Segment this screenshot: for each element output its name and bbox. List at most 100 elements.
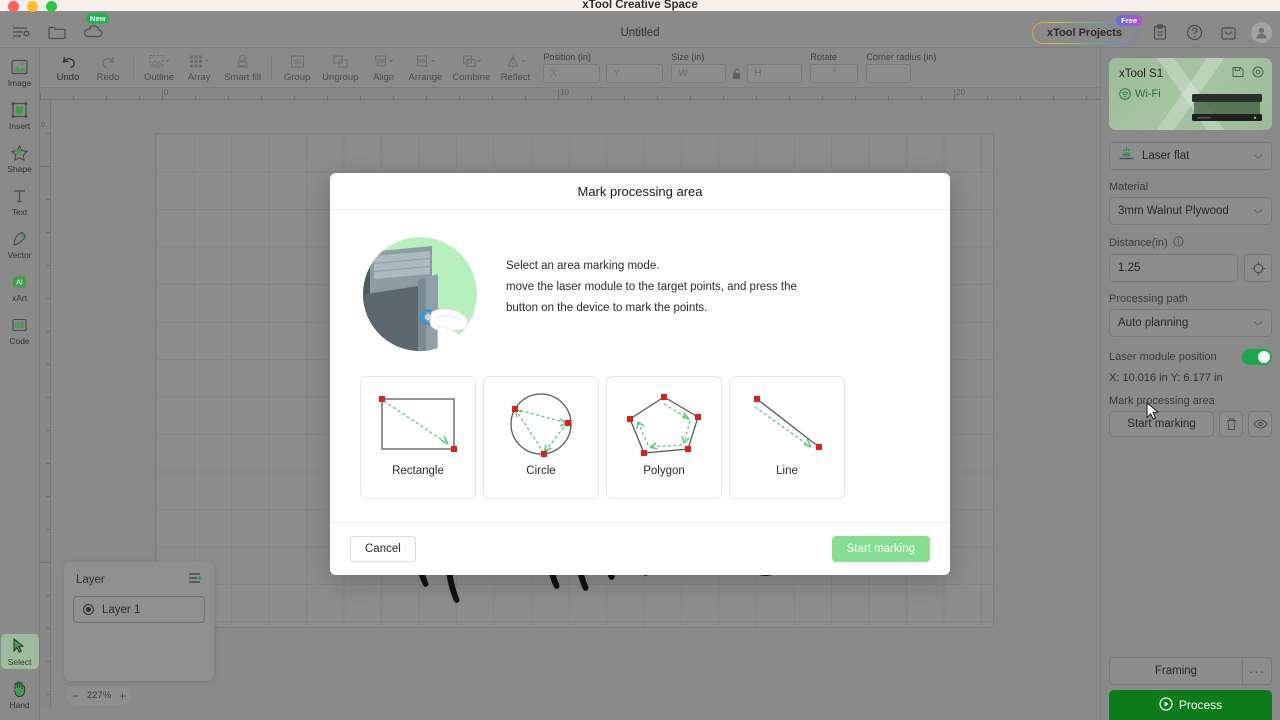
menu-icon[interactable] — [10, 21, 32, 43]
chevron-down-icon — [1253, 147, 1263, 165]
mode-label-line: Line — [776, 465, 798, 477]
zoom-out-button[interactable]: − — [72, 690, 79, 702]
reflect-icon — [505, 53, 526, 71]
rotate-field-group: Rotate ° — [810, 52, 859, 83]
layer-item-0[interactable]: Layer 1 — [73, 596, 205, 623]
xtool-projects-button[interactable]: xTool Projects Free — [1032, 14, 1142, 44]
text-icon — [10, 186, 30, 206]
info-icon[interactable] — [1173, 236, 1184, 250]
device-name: xTool S1 — [1119, 68, 1164, 80]
ungroup-button[interactable]: Ungroup — [317, 53, 363, 83]
device-card[interactable]: xTool S1 Wi-Fi — [1109, 58, 1272, 130]
vector-pen-icon — [10, 229, 30, 249]
corner-radius-label: Corner radius (in) — [866, 52, 937, 62]
rail-item-image[interactable]: Image — [1, 55, 39, 90]
mode-label-circle: Circle — [526, 465, 556, 477]
horizontal-ruler[interactable]: 0 10 20 — [40, 88, 1100, 100]
array-icon — [188, 53, 210, 71]
rail-item-code[interactable]: Code — [1, 313, 39, 348]
undo-button[interactable]: Undo — [48, 53, 88, 83]
smart-fill-icon — [233, 53, 252, 71]
wifi-icon — [1119, 88, 1131, 100]
right-settings-panel: xTool S1 Wi-Fi Laser flat Material 3mm W… — [1100, 48, 1280, 720]
rail-label-insert: Insert — [8, 121, 31, 131]
arrange-label: Arrange — [408, 71, 443, 83]
inbox-icon[interactable] — [1217, 22, 1239, 44]
free-badge: Free — [1116, 14, 1142, 26]
array-button[interactable]: Array — [179, 53, 219, 83]
eye-icon[interactable] — [1248, 411, 1272, 437]
layer-radio-icon[interactable] — [83, 604, 94, 615]
mode-card-line[interactable]: Line — [729, 376, 845, 499]
rail-item-insert[interactable]: Insert — [1, 98, 39, 133]
layer-panel-title: Layer — [76, 574, 105, 586]
cloud-icon[interactable] — [82, 21, 104, 43]
rail-item-xart[interactable]: AI xArt — [1, 270, 39, 305]
cancel-button[interactable]: Cancel — [350, 536, 416, 562]
rotate-input[interactable]: ° — [810, 64, 859, 83]
laser-mode-select[interactable]: Laser flat — [1109, 142, 1272, 170]
processing-path-value: Auto planning — [1118, 317, 1189, 329]
position-y-input[interactable]: Y — [606, 64, 664, 83]
clipboard-icon[interactable] — [1149, 22, 1171, 44]
folder-icon[interactable] — [46, 21, 68, 43]
reflect-button[interactable]: Reflect — [495, 53, 535, 83]
size-h-input[interactable]: H — [747, 64, 803, 83]
mode-card-circle[interactable]: Circle — [483, 376, 599, 499]
device-image — [1192, 94, 1262, 121]
layer-options-icon[interactable] — [188, 571, 202, 589]
vertical-ruler[interactable]: 0 — [40, 100, 51, 708]
measure-target-icon[interactable] — [1244, 254, 1272, 282]
position-field-group: Position (in) X Y — [543, 52, 664, 83]
ruler-label-20: 20 — [956, 88, 965, 97]
size-w-value: W — [678, 68, 688, 79]
rail-label-shape: Shape — [7, 164, 32, 174]
lock-open-icon[interactable] — [732, 68, 741, 80]
laser-module-position-toggle[interactable] — [1242, 349, 1272, 365]
left-tool-rail: Image Insert Shape Text Vector AI xArt C… — [0, 48, 40, 720]
group-button[interactable]: Group — [277, 53, 317, 83]
avatar[interactable] — [1251, 22, 1272, 43]
main-toolbar: Undo Redo Outline Array Smart fill Group… — [40, 48, 1100, 88]
rail-item-select[interactable]: Select — [0, 634, 39, 669]
rail-label-image: Image — [7, 78, 32, 88]
rail-item-vector[interactable]: Vector — [1, 227, 39, 262]
mode-cards: Rectangle Circle Polygon Line — [360, 376, 920, 499]
rail-item-shape[interactable]: Shape — [1, 141, 39, 176]
dialog-description-line-1: Select an area marking mode. — [506, 260, 660, 272]
shape-icon — [10, 143, 30, 163]
align-button[interactable]: Align — [364, 53, 404, 83]
outline-button[interactable]: Outline — [139, 53, 179, 83]
more-dots-icon[interactable]: ··· — [1242, 657, 1272, 685]
settings-icon[interactable] — [1252, 65, 1264, 83]
mode-card-rectangle[interactable]: Rectangle — [360, 376, 476, 499]
distance-label: Distance(in) — [1109, 237, 1168, 249]
arrange-button[interactable]: Arrange — [404, 53, 448, 83]
rail-item-hand[interactable]: Hand — [1, 677, 39, 712]
mode-card-polygon[interactable]: Polygon — [606, 376, 722, 499]
corner-radius-input[interactable] — [866, 64, 912, 83]
zoom-in-button[interactable]: + — [119, 690, 126, 702]
trash-icon[interactable] — [1219, 411, 1243, 437]
framing-button[interactable]: Framing — [1109, 657, 1242, 685]
size-w-input[interactable]: W — [671, 64, 727, 83]
select-cursor-icon — [10, 636, 30, 656]
distance-value: 1.25 — [1118, 262, 1141, 274]
smart-fill-button[interactable]: Smart fill — [219, 53, 266, 83]
start-marking-button[interactable]: Start marking — [1109, 411, 1214, 437]
chevron-down-icon-material — [1253, 202, 1263, 220]
corner-radius-field-group: Corner radius (in) — [866, 52, 936, 83]
help-icon[interactable] — [1183, 22, 1205, 44]
dialog-description-line-2: move the laser module to the target poin… — [506, 280, 797, 293]
redo-button[interactable]: Redo — [88, 53, 128, 83]
processing-path-select[interactable]: Auto planning — [1109, 309, 1272, 337]
distance-input[interactable]: 1.25 — [1109, 254, 1238, 282]
dialog-header: Mark processing area — [330, 173, 950, 210]
position-x-input[interactable]: X — [543, 64, 601, 83]
combine-button[interactable]: Combine — [447, 53, 495, 83]
rail-item-text[interactable]: Text — [1, 184, 39, 219]
save-icon[interactable] — [1232, 65, 1244, 83]
start-marking-confirm-button[interactable]: Start marking — [831, 536, 930, 562]
material-select[interactable]: 3mm Walnut Plywood — [1109, 197, 1272, 225]
process-button[interactable]: Process — [1109, 690, 1272, 720]
